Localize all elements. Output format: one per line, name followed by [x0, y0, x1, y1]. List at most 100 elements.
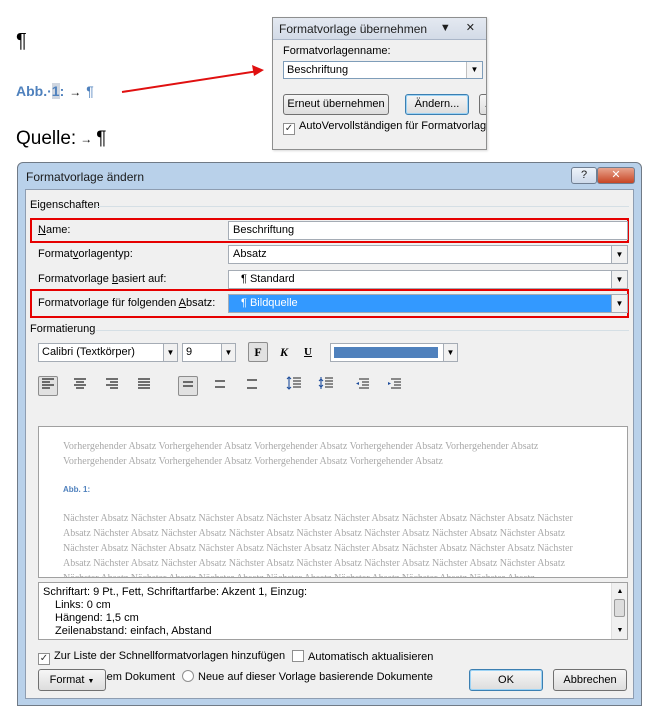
chevron-down-icon[interactable]: ▼	[466, 62, 482, 78]
auto-update-checkbox[interactable]: Automatisch aktualisieren	[292, 650, 433, 663]
based-on-value: ¶ Standard	[241, 273, 295, 285]
italic-button[interactable]: K	[274, 342, 294, 362]
increase-indent-icon[interactable]	[384, 376, 404, 396]
preview-sample-text: Abb. 1:	[63, 485, 91, 494]
style-type-label: Formatvorlagentyp:	[38, 248, 133, 260]
description-line: Hängend: 1,5 cm	[55, 612, 139, 624]
scroll-up-icon[interactable]: ▲	[612, 585, 627, 598]
name-value: Beschriftung	[233, 224, 295, 236]
reapply-button[interactable]: Erneut übernehmen	[283, 94, 389, 115]
source-line[interactable]: Quelle: → ¶	[16, 128, 106, 150]
space-after-icon[interactable]	[316, 376, 336, 396]
next-style-select[interactable]: ¶ Bildquelle ▼	[228, 294, 628, 313]
ok-button[interactable]: OK	[469, 669, 543, 691]
apply-style-panel: Formatvorlage übernehmen ▼ ✕ Formatvorla…	[272, 17, 487, 150]
autocomplete-checkbox[interactable]: ✓ AutoVervollständigen für Formatvorlag	[283, 120, 486, 135]
caption-colon: :	[59, 83, 65, 99]
checkbox-checked-icon[interactable]: ✓	[38, 653, 50, 665]
checkbox-unchecked-icon[interactable]	[292, 650, 304, 662]
style-name-value: Beschriftung	[287, 64, 349, 76]
next-style-value: ¶ Bildquelle	[241, 297, 298, 309]
apply-style-panel-titlebar[interactable]: Formatvorlage übernehmen ▼ ✕	[273, 18, 486, 40]
caption-pilcrow: ¶	[86, 83, 94, 99]
source-pilcrow: ¶	[96, 128, 107, 149]
bold-button[interactable]: F	[248, 342, 268, 362]
format-menu-button[interactable]: Format ▼	[38, 669, 106, 691]
section-divider	[96, 330, 629, 331]
autocomplete-label: AutoVervollständigen für Formatvorlag	[299, 120, 487, 132]
dialog-title: Formatvorlage ändern	[26, 170, 145, 184]
styles-button[interactable]: A	[479, 94, 486, 115]
description-scrollbar[interactable]: ▲ ▼	[611, 583, 627, 639]
justify-icon[interactable]	[134, 376, 154, 396]
tab-arrow: →	[80, 131, 93, 146]
modify-style-dialog: Formatvorlage ändern ? ✕ Eigenschaften N…	[17, 162, 642, 706]
font-size-value: 9	[186, 346, 193, 358]
line-spacing-single-icon[interactable]	[178, 376, 198, 396]
formatting-section-title: Formatierung	[30, 323, 96, 335]
font-value: Calibri (Textkörper)	[42, 346, 135, 358]
tab-arrow: →	[69, 85, 82, 99]
format-button-label: Format	[49, 674, 85, 686]
properties-section-title: Eigenschaften	[30, 199, 100, 211]
style-name-combobox[interactable]: Beschriftung ▼	[283, 61, 483, 79]
auto-update-label: Automatisch aktualisieren	[308, 651, 434, 663]
cancel-button[interactable]: Abbrechen	[553, 669, 627, 691]
chevron-down-icon[interactable]: ▼	[611, 271, 627, 288]
description-line: Zeilenabstand: einfach, Abstand	[55, 625, 212, 637]
line-spacing-onehalf-icon[interactable]	[210, 376, 230, 396]
next-style-label: Formatvorlage für folgenden Absatz:	[38, 297, 216, 309]
chevron-down-icon[interactable]: ▼	[163, 344, 177, 361]
new-documents-radio[interactable]: Neue auf dieser Vorlage basierende Dokum…	[182, 670, 433, 683]
help-button[interactable]: ?	[571, 167, 597, 184]
checkbox-checked-icon[interactable]: ✓	[283, 123, 295, 135]
underline-button[interactable]: U	[298, 342, 318, 362]
description-line: Schriftart: 9 Pt., Fett, Schriftartfarbe…	[43, 586, 308, 598]
chevron-down-icon[interactable]: ▼	[443, 344, 457, 361]
name-label: Name:	[38, 224, 71, 236]
new-documents-label: Neue auf dieser Vorlage basierende Dokum…	[198, 671, 433, 683]
chevron-down-icon: ▼	[87, 678, 95, 685]
document-pilcrow: ¶	[16, 30, 27, 52]
align-left-icon[interactable]	[38, 376, 58, 396]
radio-unselected-icon[interactable]	[182, 670, 194, 682]
add-quick-styles-label: Zur Liste der Schnellformatvorlagen hinz…	[54, 650, 286, 662]
name-input[interactable]: Beschriftung	[228, 221, 628, 240]
based-on-select[interactable]: ¶ Standard ▼	[228, 270, 628, 289]
scroll-down-icon[interactable]: ▼	[612, 624, 627, 637]
chevron-down-icon[interactable]: ▼	[611, 246, 627, 263]
dialog-body: Eigenschaften Name: Beschriftung Formatv…	[25, 189, 634, 699]
align-center-icon[interactable]	[70, 376, 90, 396]
add-quick-styles-checkbox[interactable]: ✓ Zur Liste der Schnellformatvorlagen hin…	[38, 650, 285, 665]
caption-line[interactable]: Abb.·1: → ¶	[16, 83, 94, 99]
preview-previous-paragraph: Vorhergehender Absatz Vorhergehender Abs…	[63, 441, 539, 467]
chevron-down-icon[interactable]: ▼	[221, 344, 235, 361]
font-color-select[interactable]: ▼	[330, 343, 458, 362]
font-select[interactable]: Calibri (Textkörper) ▼	[38, 343, 178, 362]
scroll-thumb[interactable]	[614, 599, 625, 617]
style-type-value: Absatz	[233, 248, 267, 260]
space-before-icon[interactable]	[284, 376, 304, 396]
dialog-titlebar[interactable]: Formatvorlage ändern ? ✕	[18, 163, 641, 189]
style-description-box[interactable]: Schriftart: 9 Pt., Fett, Schriftartfarbe…	[38, 582, 628, 640]
align-right-icon[interactable]	[102, 376, 122, 396]
caption-prefix: Abb.·	[16, 83, 52, 99]
chevron-down-icon[interactable]: ▼	[611, 295, 627, 312]
preview-next-paragraph: Nächster Absatz Nächster Absatz Nächster…	[63, 513, 573, 577]
description-line: Links: 0 cm	[55, 599, 111, 611]
style-preview-pane: Vorhergehender Absatz Vorhergehender Abs…	[38, 426, 628, 578]
based-on-label: Formatvorlage basiert auf:	[38, 273, 167, 285]
modify-button[interactable]: Ändern...	[405, 94, 469, 115]
style-name-label: Formatvorlagenname:	[283, 45, 391, 57]
caption-number-field[interactable]: 1	[51, 83, 60, 99]
source-label: Quelle:	[16, 128, 77, 149]
line-spacing-double-icon[interactable]	[242, 376, 262, 396]
font-size-select[interactable]: 9 ▼	[182, 343, 236, 362]
style-type-select[interactable]: Absatz ▼	[228, 245, 628, 264]
panel-window-buttons[interactable]: ▼ ✕	[440, 21, 481, 34]
panel-title: Formatvorlage übernehmen	[279, 22, 428, 36]
decrease-indent-icon[interactable]	[352, 376, 372, 396]
section-divider	[96, 206, 629, 207]
font-color-swatch	[334, 347, 438, 358]
close-button[interactable]: ✕	[597, 167, 635, 184]
